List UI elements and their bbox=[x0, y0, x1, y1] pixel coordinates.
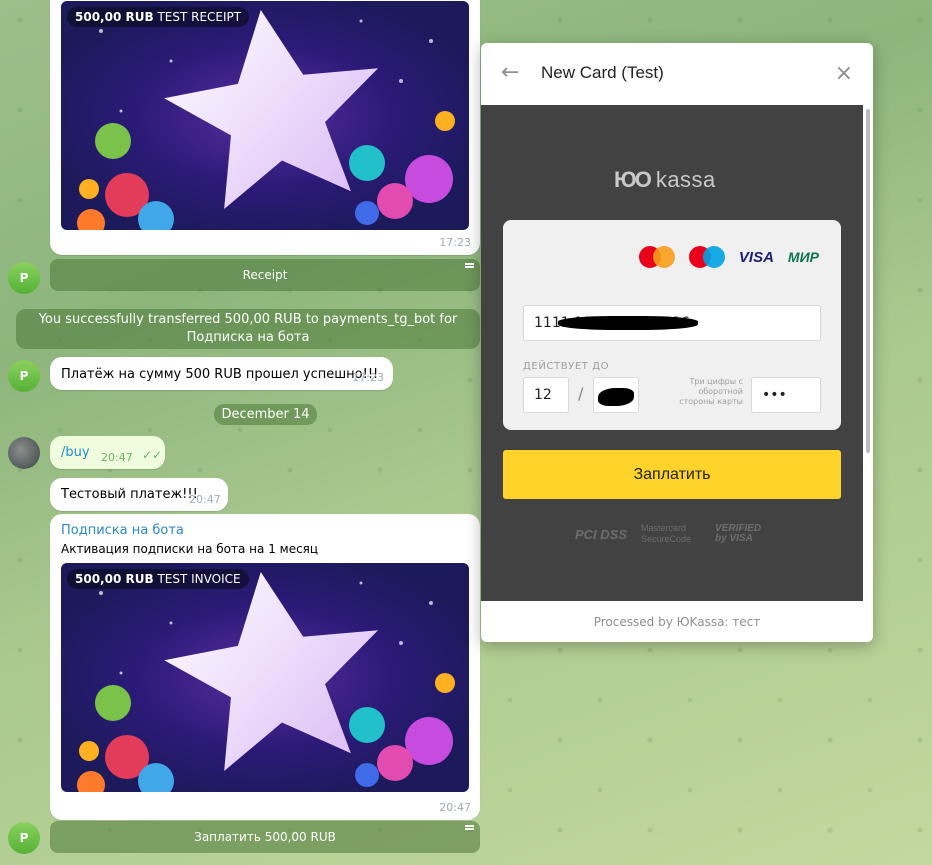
payment-success-message[interactable]: Платёж на сумму 500 RUB прошел успешно!!… bbox=[50, 357, 393, 390]
test-payment-message[interactable]: Тестовый платеж!!! 20:47 bbox=[50, 478, 228, 511]
pci-dss-badge: PCI DSS bbox=[575, 526, 628, 542]
invoice-label: TEST INVOICE bbox=[157, 572, 241, 586]
chat-history: 500,00 RUB TEST RECEIPT 17:23 P Receipt … bbox=[0, 0, 480, 865]
invoice-title: Подписка на бота bbox=[61, 523, 184, 538]
visa-icon: VISA bbox=[738, 248, 774, 266]
bot-avatar[interactable]: P bbox=[8, 262, 40, 294]
invoice-amount: 500,00 RUB bbox=[75, 572, 154, 586]
receipt-message[interactable]: 500,00 RUB TEST RECEIPT 17:23 bbox=[50, 0, 480, 255]
dialog-title: New Card (Test) bbox=[541, 63, 664, 82]
message-time: 17:23 bbox=[439, 236, 471, 249]
receipt-badge: 500,00 RUB TEST RECEIPT bbox=[67, 7, 250, 27]
mir-icon: МИР bbox=[787, 249, 819, 265]
cvc-hint: Три цифры с оборотной стороны карты bbox=[679, 377, 743, 406]
message-text[interactable]: /buy bbox=[61, 445, 90, 460]
submit-payment-button[interactable]: Заплатить bbox=[503, 450, 841, 499]
cvc-value: ••• bbox=[762, 387, 787, 403]
buy-command-message[interactable]: /buy 20:47 ✓✓ bbox=[50, 436, 165, 469]
date-separator: December 14 bbox=[214, 404, 317, 425]
payment-dialog: ← New Card (Test) × ЮО kassa VISA МИР 11… bbox=[481, 43, 873, 642]
service-message: You successfully transferred 500,00 RUB … bbox=[16, 309, 480, 349]
message-time: 17:23 bbox=[352, 371, 384, 384]
invoice-description: Активация подписки на бота на 1 месяц bbox=[61, 542, 319, 556]
double-check-icon: ✓✓ bbox=[142, 448, 163, 462]
security-badges: PCI DSS Mastercard SecureCode VERIFIED b… bbox=[575, 523, 761, 545]
expiry-month-input[interactable]: 12 bbox=[523, 377, 569, 413]
invoice-image[interactable]: 500,00 RUB TEST INVOICE bbox=[61, 563, 469, 792]
card-brands: VISA МИР bbox=[638, 246, 819, 268]
menu-icon bbox=[465, 825, 474, 830]
pay-invoice-label: Заплатить 500,00 RUB bbox=[194, 830, 336, 844]
dialog-header: ← New Card (Test) × bbox=[481, 43, 873, 105]
card-form: VISA МИР 1111 1111 1111 1026 ДЕЙСТВУЕТ Д… bbox=[503, 220, 841, 430]
menu-icon bbox=[465, 263, 474, 268]
expiry-separator: / bbox=[578, 384, 584, 403]
invoice-message[interactable]: Подписка на бота Активация подписки на б… bbox=[50, 514, 480, 820]
mastercard-icon bbox=[638, 246, 675, 268]
expiry-month-value: 12 bbox=[534, 387, 552, 403]
receipt-amount: 500,00 RUB bbox=[75, 10, 154, 24]
yookassa-name: kassa bbox=[655, 167, 716, 192]
bot-avatar[interactable]: P bbox=[8, 822, 40, 854]
message-time: 20:47 bbox=[439, 801, 471, 814]
bot-avatar[interactable]: P bbox=[8, 360, 40, 392]
star-illustration bbox=[77, 571, 455, 792]
message-text: Платёж на сумму 500 RUB прошел успешно!!… bbox=[61, 367, 379, 382]
maestro-icon bbox=[688, 246, 725, 268]
message-time: 20:47 bbox=[101, 451, 133, 464]
redaction-scribble bbox=[598, 388, 634, 406]
invoice-badge: 500,00 RUB TEST INVOICE bbox=[67, 569, 249, 589]
user-avatar[interactable] bbox=[8, 437, 40, 469]
close-icon[interactable]: × bbox=[835, 61, 853, 86]
mastercard-securecode-badge: Mastercard SecureCode bbox=[641, 523, 692, 544]
verified-by-visa-badge: VERIFIED by VISA bbox=[715, 523, 762, 544]
message-time: 20:47 bbox=[189, 493, 221, 506]
redaction-scribble bbox=[558, 316, 698, 330]
yookassa-logo: ЮО kassa bbox=[614, 167, 716, 193]
receipt-label: TEST RECEIPT bbox=[157, 10, 242, 24]
yookassa-mark-icon: ЮО bbox=[614, 167, 652, 192]
dialog-footer: Processed by ЮKassa: тест bbox=[481, 601, 873, 642]
message-text: Тестовый платеж!!! bbox=[61, 487, 198, 502]
cvc-input[interactable]: ••• bbox=[751, 377, 821, 413]
service-text: You successfully transferred 500,00 RUB … bbox=[38, 312, 458, 345]
scrollbar[interactable] bbox=[866, 109, 870, 453]
valid-thru-label: ДЕЙСТВУЕТ ДО bbox=[523, 361, 610, 372]
receipt-button[interactable]: Receipt bbox=[50, 259, 480, 291]
date-text: December 14 bbox=[221, 407, 310, 422]
payment-frame: ЮО kassa VISA МИР 1111 1111 1111 1026 ДЕ… bbox=[481, 105, 863, 601]
back-arrow-icon[interactable]: ← bbox=[501, 62, 521, 84]
receipt-button-label: Receipt bbox=[242, 268, 288, 282]
pay-invoice-button[interactable]: Заплатить 500,00 RUB bbox=[50, 821, 480, 853]
star-illustration bbox=[77, 9, 455, 230]
receipt-image: 500,00 RUB TEST RECEIPT bbox=[61, 1, 469, 230]
processed-by-text: Processed by ЮKassa: тест bbox=[593, 614, 761, 629]
